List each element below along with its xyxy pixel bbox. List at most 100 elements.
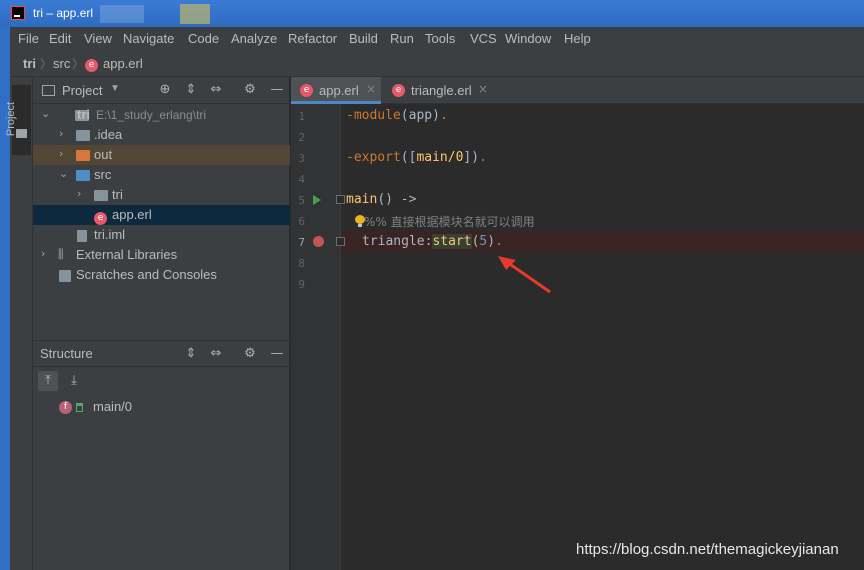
menu-edit[interactable]: Edit — [49, 31, 71, 46]
library-icon: ⫼ — [58, 247, 64, 261]
tab-triangle-erl[interactable]: e triangle.erl × — [383, 77, 493, 104]
run-icon[interactable] — [313, 195, 321, 205]
menu-analyze[interactable]: Analyze — [231, 31, 277, 46]
navigate-with-single-click-icon[interactable]: ⤒ — [38, 371, 58, 391]
code-editor[interactable] — [341, 104, 864, 570]
structure-panel-header: Structure ⇕ ⇔ ⚙ — — [33, 341, 290, 367]
tree-item-external-libraries[interactable]: › ⫼ External Libraries — [33, 245, 290, 265]
tree-item-label: tri — [112, 187, 123, 202]
breakpoint-icon[interactable] — [313, 236, 324, 247]
code-line-7: triangle:start(5). — [362, 234, 503, 249]
chevron-down-icon[interactable]: ▼ — [110, 83, 120, 94]
menu-code[interactable]: Code — [188, 31, 219, 46]
tree-item-label: out — [94, 147, 113, 162]
expand-all-icon[interactable]: ⇕ — [183, 82, 199, 98]
menu-view[interactable]: View — [84, 31, 112, 46]
menu-refactor[interactable]: Refactor — [288, 31, 337, 46]
code-line-3: -export([main/0]). — [346, 150, 487, 165]
erlang-file-icon: e — [85, 55, 98, 72]
tree-item-tri-iml[interactable]: tri.iml — [33, 225, 290, 245]
fold-marker-icon[interactable] — [336, 237, 345, 246]
expand-all-icon[interactable]: ⇕ — [183, 346, 199, 362]
line-number: 8 — [298, 257, 305, 270]
excluded-folder-icon — [76, 150, 90, 161]
tree-item-project-root[interactable]: ⌄ tri E:\1_study_erlang\tri — [33, 105, 290, 125]
editor-tab-bar: e app.erl × e triangle.erl × — [291, 77, 864, 104]
blurred-region — [180, 4, 210, 24]
fold-marker-icon[interactable] — [336, 195, 345, 204]
line-number: 1 — [298, 110, 305, 123]
chevron-right-icon: 〉 — [40, 57, 53, 71]
close-icon[interactable]: × — [366, 82, 376, 96]
code-line-1: -module(app). — [346, 108, 448, 123]
tree-item-label: app.erl — [112, 207, 152, 222]
menu-vcs[interactable]: VCS — [470, 31, 497, 46]
close-icon[interactable]: × — [478, 82, 488, 96]
chevron-down-icon[interactable]: ⌄ — [59, 167, 68, 180]
tree-item-app-erl[interactable]: e app.erl — [33, 205, 290, 225]
autoscroll-from-source-icon[interactable]: ⤓ — [64, 371, 84, 391]
menu-window[interactable]: Window — [505, 31, 551, 46]
tree-item-out[interactable]: › out — [33, 145, 290, 165]
collapse-all-icon[interactable]: ⇔ — [208, 82, 224, 98]
gear-icon[interactable]: ⚙ — [242, 82, 258, 98]
minimize-icon[interactable]: — — [269, 82, 285, 98]
breadcrumb-folder[interactable]: src — [53, 56, 70, 71]
tree-item-scratches[interactable]: Scratches and Consoles — [33, 265, 290, 285]
project-view-selector[interactable]: Project — [62, 83, 102, 98]
scratches-icon — [59, 270, 71, 282]
tab-app-erl[interactable]: e app.erl × — [291, 77, 381, 104]
locate-file-icon[interactable]: ⊕ — [157, 82, 173, 98]
tree-item-label: tri.iml — [94, 227, 126, 242]
blurred-region — [100, 5, 144, 23]
folder-icon — [76, 130, 90, 141]
project-tool-tab[interactable]: Project — [5, 85, 31, 155]
annotation-arrow — [498, 256, 551, 294]
chevron-right-icon[interactable]: › — [59, 147, 63, 160]
menu-help[interactable]: Help — [564, 31, 591, 46]
menu-bar: File Edit View Navigate Code Analyze Ref… — [10, 27, 864, 51]
chevron-right-icon[interactable]: › — [41, 247, 45, 260]
tree-item-label: Scratches and Consoles — [76, 267, 217, 282]
tree-item-path: E:\1_study_erlang\tri — [96, 108, 207, 122]
line-number: 7 — [298, 236, 305, 249]
tree-item-label: .idea — [94, 127, 123, 142]
breadcrumb-project[interactable]: tri — [23, 56, 36, 71]
tree-item-src[interactable]: ⌄ src — [33, 165, 290, 185]
minimize-icon[interactable]: — — [269, 346, 285, 362]
breadcrumb: tri 〉 src 〉 e app.erl — [10, 51, 864, 77]
function-icon: f — [59, 401, 72, 414]
erlang-file-icon: e — [300, 84, 313, 97]
folder-icon — [16, 129, 27, 138]
menu-tools[interactable]: Tools — [425, 31, 455, 46]
erlang-file-icon: e — [94, 208, 107, 225]
gear-icon[interactable]: ⚙ — [242, 346, 258, 362]
menu-build[interactable]: Build — [349, 31, 378, 46]
tree-item-package-tri[interactable]: › tri — [33, 185, 290, 205]
tab-label: triangle.erl — [411, 83, 472, 98]
tree-item-label: tri — [77, 107, 90, 122]
chevron-down-icon[interactable]: ⌄ — [41, 107, 50, 120]
tree-item-label: src — [94, 167, 112, 182]
chevron-right-icon[interactable]: › — [77, 187, 81, 200]
module-file-icon — [77, 230, 87, 242]
structure-item-main[interactable]: main/0 — [93, 399, 132, 414]
tree-item-idea[interactable]: › .idea — [33, 125, 290, 145]
erlang-file-icon: e — [392, 84, 405, 97]
collapse-all-icon[interactable]: ⇔ — [208, 346, 224, 362]
menu-file[interactable]: File — [18, 31, 39, 46]
line-number: 4 — [298, 173, 305, 186]
structure-panel: Structure ⇕ ⇔ ⚙ — ⤒ ⤓ f main/0 — [33, 340, 290, 570]
chevron-right-icon[interactable]: › — [59, 127, 63, 140]
tab-label: app.erl — [319, 83, 359, 98]
project-panel: Project ▼ ⊕ ⇕ ⇔ ⚙ — ⌄ tri E:\1_study_erla… — [33, 77, 290, 340]
left-tool-stripe: Project — [5, 77, 33, 570]
code-line-6: %% 直接根据模块名就可以调用 — [364, 215, 535, 229]
breadcrumb-file[interactable]: app.erl — [103, 56, 143, 71]
title-bar: tri – app.erl — [0, 0, 864, 27]
menu-run[interactable]: Run — [390, 31, 414, 46]
editor-gutter[interactable]: 1 2 3 4 5 6 7 8 9 — [291, 104, 341, 570]
menu-navigate[interactable]: Navigate — [123, 31, 174, 46]
code-line-5: main() -> — [346, 192, 417, 207]
line-number: 5 — [298, 194, 305, 207]
